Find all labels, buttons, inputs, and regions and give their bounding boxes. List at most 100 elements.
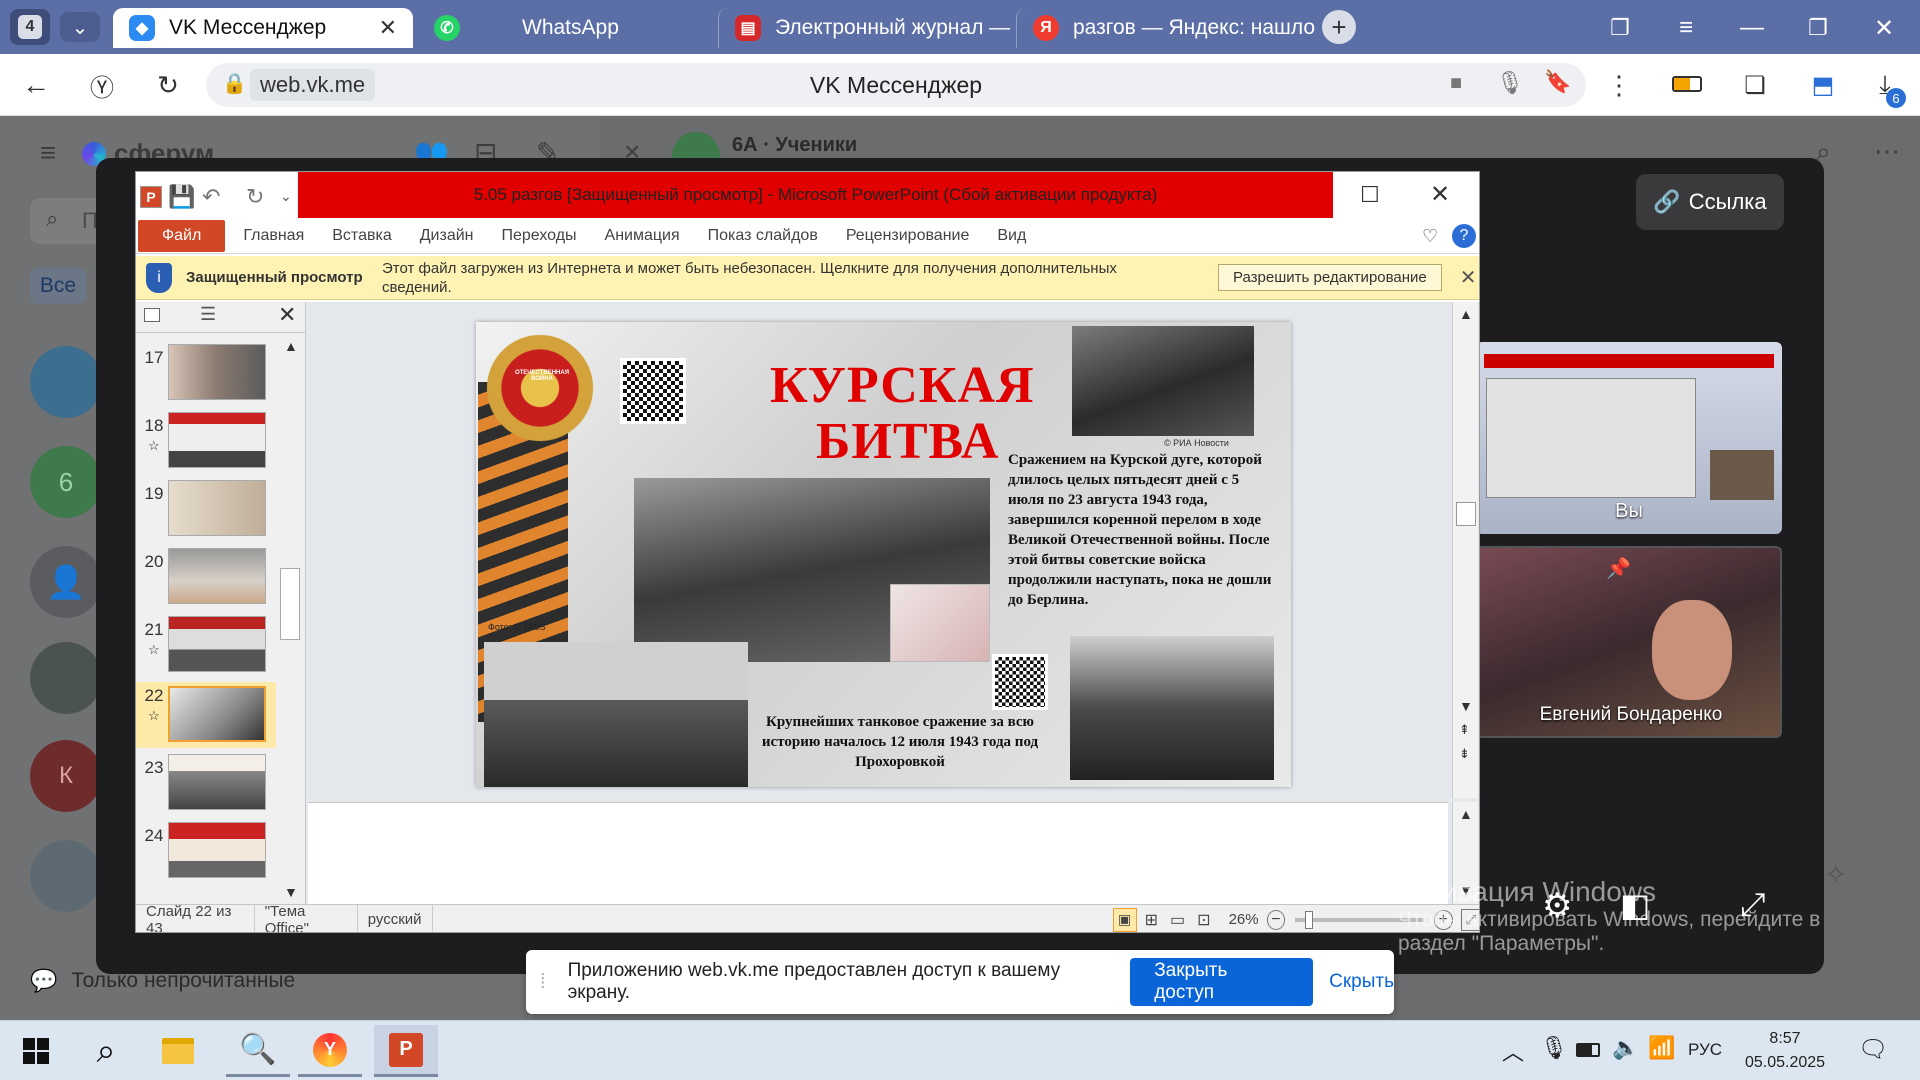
url-field[interactable]: 🔒 web.vk.me VK Мессенджер ■ 🎙 🔖: [206, 63, 1586, 107]
slide-notes-area[interactable]: [308, 802, 1448, 904]
collections-icon[interactable]: ❏: [1738, 68, 1772, 102]
tabs-dropdown-icon[interactable]: ⌄: [60, 12, 100, 42]
hide-button[interactable]: Скрыть: [1329, 971, 1394, 993]
prev-slide-icon[interactable]: ⇞: [1459, 722, 1470, 738]
filter-all-chip[interactable]: Все: [30, 268, 86, 304]
tab-electronic-journal[interactable]: ▤ Электронный журнал — L: [718, 8, 1010, 48]
redo-icon[interactable]: ↻: [246, 184, 264, 210]
tab-vk-messenger[interactable]: ◆ VK Мессенджер ✕: [113, 8, 413, 48]
help-icon[interactable]: ?: [1452, 224, 1476, 248]
save-icon[interactable]: 💾: [168, 184, 195, 210]
chat-avatar-user[interactable]: 👤: [30, 546, 102, 618]
tab-whatsapp[interactable]: ✆ WhatsApp: [418, 8, 708, 48]
slide-thumbnail-selected[interactable]: 22 ☆: [136, 682, 276, 748]
close-window-icon[interactable]: ✕: [1864, 12, 1904, 44]
reload-icon[interactable]: ↻: [148, 68, 188, 102]
slide-scrollbar[interactable]: ▲ ▼ ⇞ ⇟: [1452, 302, 1478, 798]
scroll-down-icon[interactable]: ▼: [1459, 698, 1473, 714]
microphone-icon[interactable]: 🎙: [1496, 70, 1524, 96]
slide-thumbnail[interactable]: 17: [136, 344, 286, 408]
participant-video-tile[interactable]: 📌 Евгений Бондаренко: [1476, 546, 1782, 738]
windows-start-icon[interactable]: [4, 1025, 68, 1077]
slide-thumbnail[interactable]: 19: [136, 480, 286, 544]
slides-tab-icon[interactable]: [144, 308, 160, 322]
slide-thumbnail[interactable]: 20: [136, 548, 286, 612]
close-tab-icon[interactable]: ✕: [379, 15, 397, 41]
language-indicator[interactable]: русский: [358, 905, 433, 932]
chat-more-icon[interactable]: ⋯: [1874, 136, 1900, 167]
slide-thumbnail[interactable]: 18 ☆: [136, 412, 286, 476]
more-options-icon[interactable]: ⋮: [1604, 68, 1634, 102]
minimize-icon[interactable]: —: [1732, 12, 1772, 44]
notes-scroll-up-icon[interactable]: ▲: [1459, 806, 1473, 822]
thumb-scroll-up-icon[interactable]: ▲: [284, 338, 298, 354]
mic-tray-icon[interactable]: 🎙: [1540, 1035, 1568, 1061]
powerpoint-taskbar-icon[interactable]: P: [374, 1025, 438, 1077]
normal-view-icon[interactable]: ▣: [1112, 907, 1137, 932]
volume-icon[interactable]: 🔈: [1612, 1035, 1639, 1061]
tab-view[interactable]: Вид: [983, 227, 1040, 245]
next-slide-icon[interactable]: ⇟: [1459, 746, 1470, 762]
ppt-close-icon[interactable]: ✕: [1430, 180, 1450, 209]
slide-thumbnail[interactable]: 23: [136, 754, 286, 818]
tab-transitions[interactable]: Переходы: [488, 227, 591, 245]
bookmark-icon[interactable]: 🔖: [1544, 69, 1571, 95]
slide-thumbnail[interactable]: 21 ☆: [136, 616, 286, 680]
self-video-tile[interactable]: Вы: [1476, 342, 1782, 534]
quick-access-dropdown-icon[interactable]: ⌄: [280, 188, 292, 205]
notifications-icon[interactable]: 🗨: [1858, 1035, 1888, 1064]
enable-editing-button[interactable]: Разрешить редактирование: [1218, 264, 1442, 291]
search-app-icon[interactable]: 🔍: [226, 1025, 290, 1077]
battery-tray-icon[interactable]: [1576, 1043, 1600, 1057]
scroll-thumb[interactable]: [1456, 502, 1476, 526]
yandex-browser-icon[interactable]: Ⓨ: [82, 68, 122, 102]
restore-icon[interactable]: ❐: [1798, 12, 1838, 44]
ppt-maximize-icon[interactable]: ☐: [1360, 182, 1380, 208]
tab-count-button[interactable]: 4: [10, 9, 50, 45]
menu-icon[interactable]: ≡: [1666, 12, 1706, 44]
tab-review[interactable]: Рецензирование: [832, 227, 984, 245]
new-tab-button[interactable]: +: [1322, 10, 1356, 44]
drag-handle-icon[interactable]: ⁞: [540, 971, 546, 994]
slide-sorter-icon[interactable]: ⊞: [1145, 910, 1158, 930]
tab-home[interactable]: Главная: [229, 227, 318, 245]
tab-animation[interactable]: Анимация: [591, 227, 694, 245]
yandex-browser-taskbar-icon[interactable]: Y: [298, 1025, 362, 1077]
close-pane-icon[interactable]: ✕: [278, 302, 296, 328]
camera-icon[interactable]: ■: [1450, 72, 1462, 95]
tab-insert[interactable]: Вставка: [318, 227, 405, 245]
pin-icon[interactable]: 📌: [1606, 556, 1631, 581]
show-hidden-icons[interactable]: ︿: [1502, 1035, 1524, 1067]
battery-extension-icon[interactable]: [1672, 76, 1702, 92]
chat-avatar-photo-2[interactable]: [30, 840, 102, 912]
close-access-button[interactable]: Закрыть доступ: [1130, 958, 1314, 1006]
tab-design[interactable]: Дизайн: [406, 227, 488, 245]
tab-file[interactable]: Файл: [138, 219, 226, 252]
zoom-out-icon[interactable]: −: [1266, 909, 1286, 930]
slide-canvas[interactable]: ОТЕЧЕСТВЕННАЯ ВОЙНА КУРСКАЯ БИТВА © РИА …: [476, 322, 1291, 787]
bookmarks-panel-icon[interactable]: ❐: [1600, 12, 1640, 44]
outline-tab-icon[interactable]: ☰: [200, 304, 216, 325]
ribbon-minimize-icon[interactable]: ♡: [1422, 226, 1438, 247]
tab-yandex-search[interactable]: Я разгов — Яндекс: нашлос: [1016, 8, 1316, 48]
protected-view-message[interactable]: Этот файл загружен из Интернета и может …: [382, 259, 1182, 297]
reading-view-icon[interactable]: ▭: [1170, 910, 1185, 930]
back-icon[interactable]: ←: [16, 68, 56, 102]
zoom-slider-handle[interactable]: [1305, 910, 1314, 929]
slide-thumbnail[interactable]: 24: [136, 822, 286, 886]
input-language[interactable]: РУС: [1688, 1040, 1722, 1060]
zoom-level[interactable]: 26%: [1229, 911, 1259, 928]
close-warning-icon[interactable]: ✕: [1460, 265, 1477, 290]
file-explorer-icon[interactable]: [146, 1025, 210, 1077]
extension-icon[interactable]: ⬒: [1806, 68, 1840, 102]
chat-avatar-k[interactable]: К: [30, 740, 102, 812]
chat-avatar-6a[interactable]: 6: [30, 446, 102, 518]
link-button[interactable]: 🔗 Ссылка: [1636, 174, 1784, 230]
slideshow-view-icon[interactable]: ⊡: [1197, 910, 1210, 930]
chat-avatar-photo[interactable]: [30, 642, 102, 714]
hamburger-icon[interactable]: ≡: [30, 137, 66, 168]
tab-slideshow[interactable]: Показ слайдов: [694, 227, 832, 245]
taskbar-search-icon[interactable]: ⌕: [74, 1025, 138, 1077]
thumb-scroll-down-icon[interactable]: ▼: [284, 884, 298, 900]
wifi-icon[interactable]: 📶: [1648, 1035, 1675, 1061]
